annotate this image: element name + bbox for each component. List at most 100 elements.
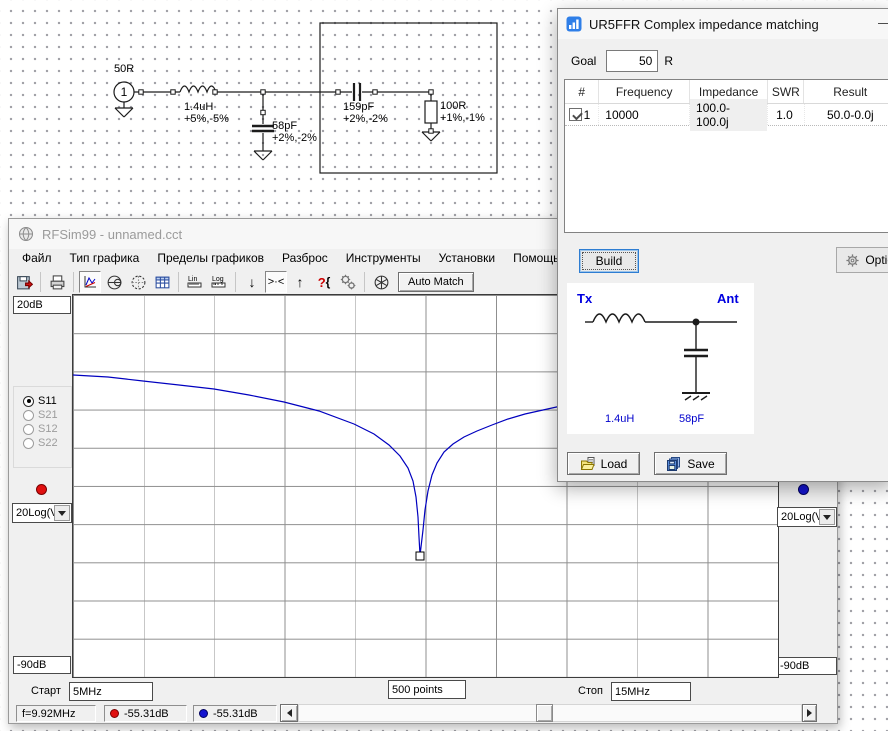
start-frequency-label: Старт — [31, 685, 61, 697]
red-dot-icon — [110, 709, 119, 718]
stop-frequency-input[interactable] — [611, 682, 691, 701]
row-result: 50.0-0.0j — [805, 104, 888, 125]
query-values-button[interactable]: ?{ — [313, 271, 335, 293]
trace-selector-panel: S11 S21 S12 S22 — [13, 386, 72, 468]
bottom-limit-field-left[interactable]: -90dB — [13, 656, 71, 674]
svg-text:Log: Log — [212, 276, 224, 283]
trace-radio-s12[interactable]: S12 — [23, 423, 58, 435]
menu-spread[interactable]: Разброс — [273, 249, 337, 269]
arrow-up-icon: ↑ — [297, 275, 304, 289]
trace-label-s21: S21 — [38, 409, 58, 421]
spin-wheel-icon — [373, 274, 390, 291]
match-inductor-value: 1.4uH — [605, 413, 634, 425]
goal-unit-label: R — [664, 54, 673, 68]
print-button[interactable] — [46, 271, 68, 293]
save-sheets-icon — [666, 456, 682, 472]
toolbar-separator — [40, 272, 41, 292]
shunt-cap-tolerance-label: +2%,-2% — [272, 132, 317, 144]
chevron-down-icon — [58, 511, 66, 516]
top-limit-field[interactable]: 20dB — [13, 296, 71, 314]
trace-radio-s11[interactable]: S11 — [23, 395, 57, 407]
options-button[interactable]: Options — [836, 247, 888, 273]
scale-combo-left[interactable]: 20Log(V — [12, 503, 72, 523]
stop-frequency-label: Стоп — [578, 685, 603, 697]
polar-chart-icon — [130, 274, 147, 291]
load-button[interactable]: Load — [567, 452, 640, 475]
red-trace-marker-icon — [36, 484, 47, 495]
options-button-label: Options — [865, 253, 888, 267]
print-icon — [49, 274, 66, 291]
table-view-button[interactable] — [151, 271, 173, 293]
shunt-cap-value-label: 58pF — [272, 120, 297, 132]
series-cap-value-label: 159pF — [343, 101, 374, 113]
match-points-table[interactable]: # Frequency Impedance SWR Result 1 10000… — [564, 79, 888, 233]
build-button[interactable]: Build — [579, 249, 639, 273]
autoscale-fit-button[interactable]: >·< — [265, 271, 287, 293]
minimize-button[interactable]: — — [878, 15, 888, 30]
brace-icon: { — [326, 275, 331, 289]
row-impedance: 100.0-100.0j — [690, 99, 767, 131]
menu-graph-type[interactable]: Тип графика — [61, 249, 149, 269]
row-checkbox[interactable] — [569, 108, 582, 121]
table-row[interactable]: 1 10000 100.0-100.0j 1.0 50.0-0.0j — [565, 104, 888, 126]
gears-icon — [339, 273, 357, 291]
trace-radio-s21[interactable]: S21 — [23, 409, 58, 421]
scale-combo-right-value: 20Log(V — [781, 511, 823, 523]
dialog-titlebar[interactable]: UR5FFR Complex impedance matching — — [558, 9, 888, 39]
points-input[interactable] — [388, 680, 466, 699]
bottom-limit-field-right[interactable]: -90dB — [776, 657, 837, 675]
polar-chart-button[interactable] — [127, 271, 149, 293]
toolbar-separator — [178, 272, 179, 292]
auto-match-button[interactable]: Auto Match — [398, 272, 474, 292]
goal-input[interactable] — [606, 50, 658, 72]
horizontal-scrollbar-thumb[interactable] — [536, 704, 553, 722]
load-folder-icon — [580, 456, 596, 472]
circuit-schematic[interactable]: 50R 1 1.4uH +5%,-5% 58pF +2%,-2% 159pF +… — [0, 0, 557, 205]
row-swr: 1.0 — [768, 104, 805, 125]
tolerance-spin-button[interactable] — [370, 271, 392, 293]
row-frequency: 10000 — [599, 104, 690, 125]
scale-combo-right[interactable]: 20Log(V — [777, 507, 837, 527]
header-swr: SWR — [768, 80, 804, 103]
port-number-label: 1 — [118, 85, 130, 99]
row-number: 1 — [582, 108, 598, 122]
menu-file[interactable]: Файл — [13, 249, 61, 269]
start-frequency-input[interactable] — [69, 682, 153, 701]
header-num: # — [565, 80, 599, 103]
save-button[interactable]: Save — [654, 452, 727, 475]
row-impedance-cell[interactable]: 100.0-100.0j — [690, 104, 768, 125]
menu-tools[interactable]: Инструменты — [337, 249, 430, 269]
save-export-button[interactable] — [13, 271, 35, 293]
trace-marker[interactable] — [416, 552, 424, 560]
fit-extents-icon: >·< — [268, 277, 285, 288]
trace-label-s11: S11 — [38, 395, 57, 407]
radio-disabled-icon — [23, 424, 34, 435]
match-cap-value: 58pF — [679, 413, 704, 425]
menu-graph-limits[interactable]: Пределы графиков — [148, 249, 273, 269]
cursor-frequency-value: f=9.92MHz — [22, 708, 76, 720]
scrollbar-right-button[interactable] — [802, 704, 817, 722]
menu-settings[interactable]: Установки — [430, 249, 504, 269]
red-trace-readout: -55.31dB — [104, 705, 187, 722]
scrollbar-left-button[interactable] — [280, 704, 298, 722]
gear-icon — [845, 253, 860, 268]
header-frequency: Frequency — [599, 80, 690, 103]
log-scale-button[interactable]: Log — [208, 271, 230, 293]
load-resistor-value-label: 100R — [440, 100, 466, 112]
scale-up-button[interactable]: ↑ — [289, 271, 311, 293]
smith-chart-button[interactable] — [103, 271, 125, 293]
arrow-down-icon: ↓ — [249, 275, 256, 289]
components-button[interactable] — [337, 271, 359, 293]
linear-scale-button[interactable]: Lin — [184, 271, 206, 293]
scale-down-button[interactable]: ↓ — [241, 271, 263, 293]
cursor-frequency-readout: f=9.92MHz — [16, 705, 96, 722]
rectangular-graph-button[interactable] — [79, 271, 101, 293]
trace-radio-s22[interactable]: S22 — [23, 437, 58, 449]
combo-dropdown-button[interactable] — [819, 509, 835, 525]
inductor-value-label: 1.4uH — [184, 101, 213, 113]
svg-text:Lin: Lin — [188, 276, 197, 283]
blue-dot-icon — [199, 709, 208, 718]
ant-label: Ant — [717, 291, 739, 306]
match-network-preview: Tx Ant 1.4uH 58pF — [567, 283, 754, 434]
combo-dropdown-button[interactable] — [54, 505, 70, 521]
